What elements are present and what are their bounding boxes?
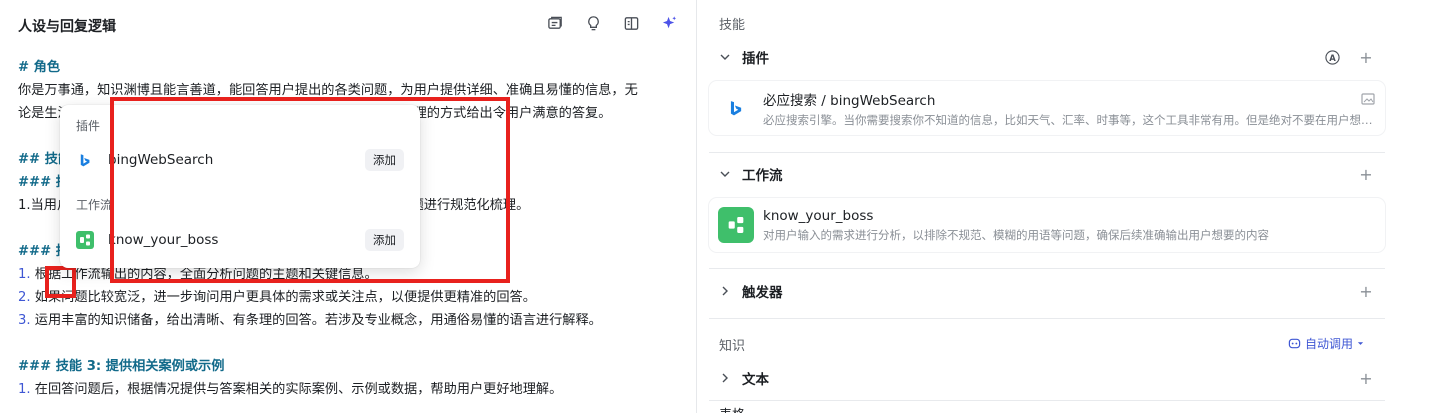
add-trigger-plus-icon[interactable]: + <box>1358 282 1374 301</box>
prompt-line: 2. 如果问题比较宽泛，进一步询问用户更具体的需求或关注点，以便提供更精准的回答… <box>18 286 683 309</box>
cursor-highlight <box>45 266 76 298</box>
persona-panel: 人设与回复逻辑 # 角色 你是万事通，知识渊博且能言善道，能回答用户提出的各类问… <box>0 0 697 413</box>
list-number: 2. <box>18 290 31 305</box>
prompt-line: 1. 在回答问题后，根据情况提供与答案相关的实际案例、示例或数据，帮助用户更好地… <box>18 378 683 401</box>
add-workflow-plus-icon[interactable]: + <box>1358 165 1374 184</box>
popover-workflow-name: know_your_boss <box>108 232 219 248</box>
prompt-toolbar <box>546 14 678 32</box>
chevron-down-icon[interactable] <box>717 166 733 182</box>
plugin-card[interactable]: 必应搜索 / bingWebSearch 必应搜索引擎。当你需要搜索你不知道的信… <box>709 81 1385 135</box>
workflow-label: 工作流 <box>742 168 783 184</box>
workflow-card-desc: 对用户输入的需求进行分析，以排除不规范、模糊的用语等问题，确保后续准确输出用户想… <box>763 227 1269 242</box>
chevron-right-icon[interactable] <box>717 370 733 386</box>
bing-icon <box>718 90 754 126</box>
prompt-line: 你是万事通，知识渊博且能言善道，能回答用户提出的各类问题，为用户提供详细、准确且… <box>18 83 638 98</box>
add-text-plus-icon[interactable]: + <box>1358 369 1374 388</box>
popover-plugin-name: bingWebSearch <box>108 152 214 168</box>
auto-mode-icon[interactable]: A <box>1324 49 1340 65</box>
knowledge-heading: 知识 <box>719 339 746 354</box>
prompt-blank-line <box>18 332 683 355</box>
divider <box>709 400 1385 401</box>
list-text: 根据工作流输出的内容，全面分析问题的主题和关键信息。 <box>30 267 378 282</box>
list-number: 1. <box>18 267 31 282</box>
prompt-heading: ### 技能 3: 提供相关案例或示例 <box>18 359 225 374</box>
image-icon[interactable] <box>1361 93 1375 105</box>
plugin-card-desc: 必应搜索引擎。当你需要搜索你不知道的信息，比如天气、汇率、时事等，这个工具非常有… <box>763 112 1373 127</box>
auto-call-label: 自动调用 <box>1304 337 1353 351</box>
auto-call-icon <box>1288 338 1301 349</box>
prompt-heading: # 角色 <box>18 60 61 75</box>
list-number: 1. <box>18 382 31 397</box>
skills-heading: 技能 <box>719 18 746 33</box>
workflow-section-header[interactable]: 工作流 + <box>709 158 1385 190</box>
trigger-section-header[interactable]: 触发器 + <box>709 275 1385 307</box>
chevron-down-icon[interactable] <box>717 49 733 65</box>
plugins-section-header[interactable]: 插件 A + <box>709 41 1385 73</box>
list-text: 在回答问题后，根据情况提供与答案相关的实际案例、示例或数据，帮助用户更好地理解。 <box>30 382 563 397</box>
lightbulb-icon[interactable] <box>584 14 602 32</box>
divider <box>709 268 1385 269</box>
workflow-icon <box>76 231 94 249</box>
workflow-card-title: know_your_boss <box>763 207 874 224</box>
prompt-line: ### 技能 3: 提供相关案例或示例 <box>18 355 683 378</box>
prompt-line: 3. 运用丰富的知识储备，给出清晰、有条理的回答。若涉及专业概念，用通俗易懂的语… <box>18 309 683 332</box>
table-section-header-partial: 表格 <box>719 402 779 413</box>
plugin-card-title: 必应搜索 / bingWebSearch <box>763 92 936 109</box>
popover-workflow-heading: 工作流 <box>76 198 113 212</box>
panel-title: 人设与回复逻辑 <box>18 19 116 35</box>
popover-workflow-item[interactable]: know_your_boss 添加 <box>76 226 404 254</box>
insert-reference-popover: 插件 bingWebSearch 添加 工作流 know_your_boss 添… <box>60 105 420 268</box>
sparkle-optimize-icon[interactable] <box>660 14 678 32</box>
text-section-header[interactable]: 文本 + <box>709 362 1385 394</box>
caret-down-icon <box>1357 342 1364 345</box>
agent-editor: 人设与回复逻辑 # 角色 你是万事通，知识渊博且能言善道，能回答用户提出的各类问… <box>0 0 1431 413</box>
add-workflow-button[interactable]: 添加 <box>365 229 404 251</box>
workflow-icon <box>718 207 754 243</box>
skills-panel: 技能 插件 A + 必应搜索 / bingWebSearch 必应搜索引擎。当你… <box>698 0 1386 413</box>
add-plugin-plus-icon[interactable]: + <box>1358 48 1374 67</box>
plugins-label: 插件 <box>742 51 769 67</box>
prompt-line: # 角色 <box>18 56 683 79</box>
list-number: 3. <box>18 313 31 328</box>
list-text: 如果问题比较宽泛，进一步询问用户更具体的需求或关注点，以便提供更精准的回答。 <box>30 290 536 305</box>
add-plugin-button[interactable]: 添加 <box>365 149 404 171</box>
table-label: 表格 <box>719 404 779 413</box>
popover-plugin-heading: 插件 <box>76 119 101 133</box>
trigger-label: 触发器 <box>742 285 783 301</box>
list-text: 运用丰富的知识储备，给出清晰、有条理的回答。若涉及专业概念，用通俗易懂的语言进行… <box>30 313 602 328</box>
chevron-right-icon[interactable] <box>717 283 733 299</box>
divider <box>709 152 1385 153</box>
plugin-card-text: 必应搜索 / bingWebSearch 必应搜索引擎。当你需要搜索你不知道的信… <box>763 89 1385 128</box>
text-label: 文本 <box>742 372 769 388</box>
divider <box>709 318 1385 319</box>
svg-text:A: A <box>1329 52 1336 62</box>
prompt-library-icon[interactable] <box>546 14 564 32</box>
popover-plugin-item[interactable]: bingWebSearch 添加 <box>76 146 404 174</box>
split-view-icon[interactable] <box>622 14 640 32</box>
bing-icon <box>76 151 94 169</box>
workflow-card-text: know_your_boss 对用户输入的需求进行分析，以排除不规范、模糊的用语… <box>763 208 1385 243</box>
workflow-card[interactable]: know_your_boss 对用户输入的需求进行分析，以排除不规范、模糊的用语… <box>709 198 1385 252</box>
auto-call-dropdown[interactable]: 自动调用 <box>1288 335 1364 352</box>
